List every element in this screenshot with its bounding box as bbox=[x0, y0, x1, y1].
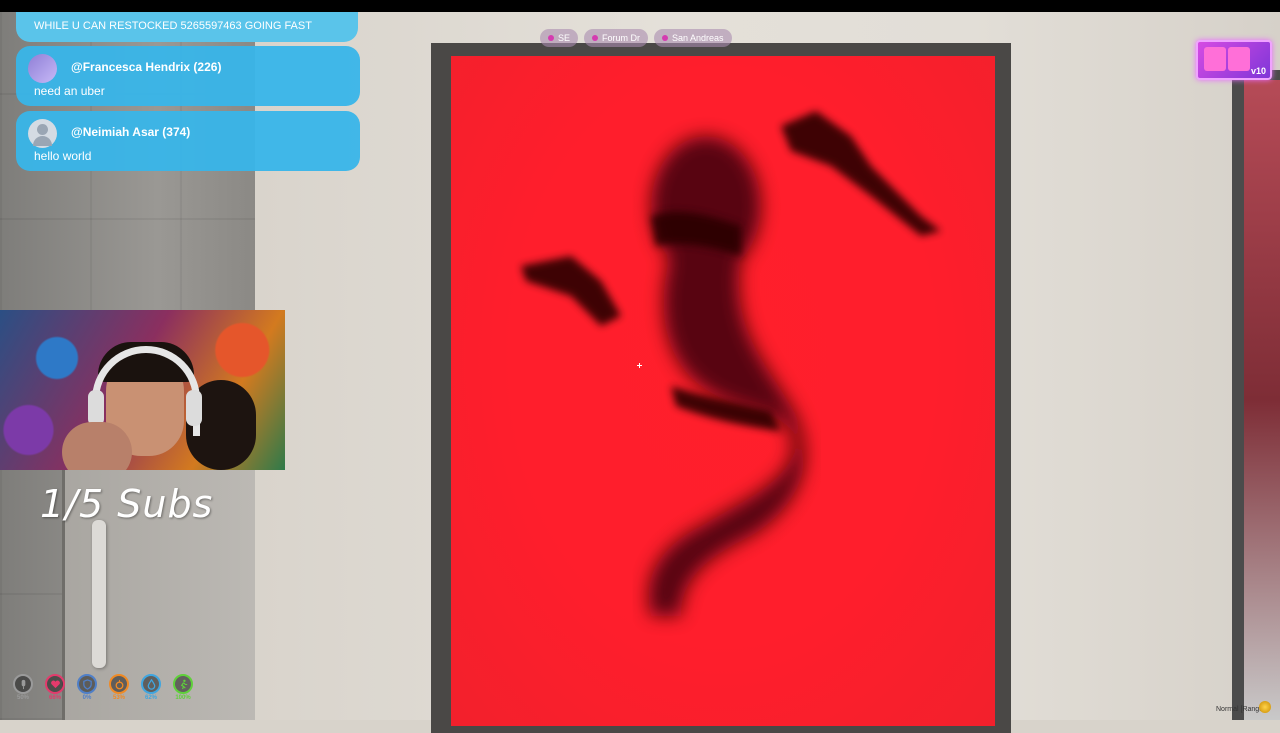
direction-pill: SE bbox=[540, 29, 579, 47]
microphone-icon bbox=[13, 674, 33, 694]
stat-thirst: 62% bbox=[140, 674, 162, 701]
street-pill: Forum Dr bbox=[584, 29, 649, 47]
stat-health: 66% bbox=[44, 674, 66, 701]
chat-username: @Neimiah Asar (374) bbox=[71, 125, 191, 139]
stat-value: 100% bbox=[175, 695, 191, 701]
chat-ticker: WHILE U CAN RESTOCKED 5265597463 GOING F… bbox=[16, 12, 358, 42]
region-icon bbox=[662, 35, 669, 41]
logo-letter-icon bbox=[1228, 47, 1250, 71]
chat-text: hello world bbox=[34, 149, 92, 163]
stat-stamina: 100% bbox=[172, 674, 194, 701]
chat-ticker-text: WHILE U CAN RESTOCKED 5265597463 GOING F… bbox=[34, 20, 312, 32]
server-logo: v10 bbox=[1196, 40, 1272, 80]
door-handle bbox=[92, 520, 106, 668]
voice-status-icon bbox=[1259, 701, 1271, 713]
stat-value: 53% bbox=[112, 695, 125, 701]
chat-text: need an uber bbox=[34, 84, 105, 98]
stat-value: 66% bbox=[48, 695, 61, 701]
chat-message: @Francesca Hendrix (226) need an uber bbox=[16, 46, 360, 106]
silhouette-poster bbox=[451, 56, 995, 726]
region-pill: San Andreas bbox=[654, 29, 732, 47]
street-icon bbox=[592, 35, 599, 41]
heart-icon bbox=[45, 674, 65, 694]
stat-value: 50% bbox=[16, 695, 29, 701]
voice-mode-label: Normal [Range] bbox=[1216, 706, 1266, 713]
stat-value: 62% bbox=[144, 695, 157, 701]
status-hud: 50% 66% 0% 53% 62% 100% bbox=[12, 674, 194, 701]
subs-goal: 1/5 Subs bbox=[40, 482, 214, 526]
crosshair-icon bbox=[637, 363, 642, 368]
shield-icon bbox=[77, 674, 97, 694]
logo-version: v10 bbox=[1250, 66, 1266, 76]
stamina-icon bbox=[173, 674, 193, 694]
top-letterbox bbox=[0, 0, 1280, 12]
street-label: Forum Dr bbox=[602, 33, 641, 43]
region-label: San Andreas bbox=[672, 33, 724, 43]
food-icon bbox=[109, 674, 129, 694]
avatar bbox=[28, 54, 57, 83]
stat-armor: 0% bbox=[76, 674, 98, 701]
direction-label: SE bbox=[558, 33, 571, 43]
headphone-ear bbox=[186, 390, 202, 426]
logo-letter-icon bbox=[1204, 47, 1226, 71]
water-icon bbox=[141, 674, 161, 694]
chat-username: @Francesca Hendrix (226) bbox=[71, 60, 222, 74]
stat-value: 0% bbox=[82, 695, 92, 701]
default-avatar-icon bbox=[28, 119, 57, 148]
webcam-feed bbox=[0, 310, 285, 470]
side-picture bbox=[1244, 80, 1280, 720]
location-bar: SE Forum Dr San Andreas bbox=[540, 29, 732, 47]
headphone-ear bbox=[88, 390, 104, 426]
stat-voice: 50% bbox=[12, 674, 34, 701]
chat-message: @Neimiah Asar (374) hello world bbox=[16, 111, 360, 171]
stat-hunger: 53% bbox=[108, 674, 130, 701]
webcam-hand bbox=[62, 422, 132, 470]
compass-icon bbox=[548, 35, 554, 41]
